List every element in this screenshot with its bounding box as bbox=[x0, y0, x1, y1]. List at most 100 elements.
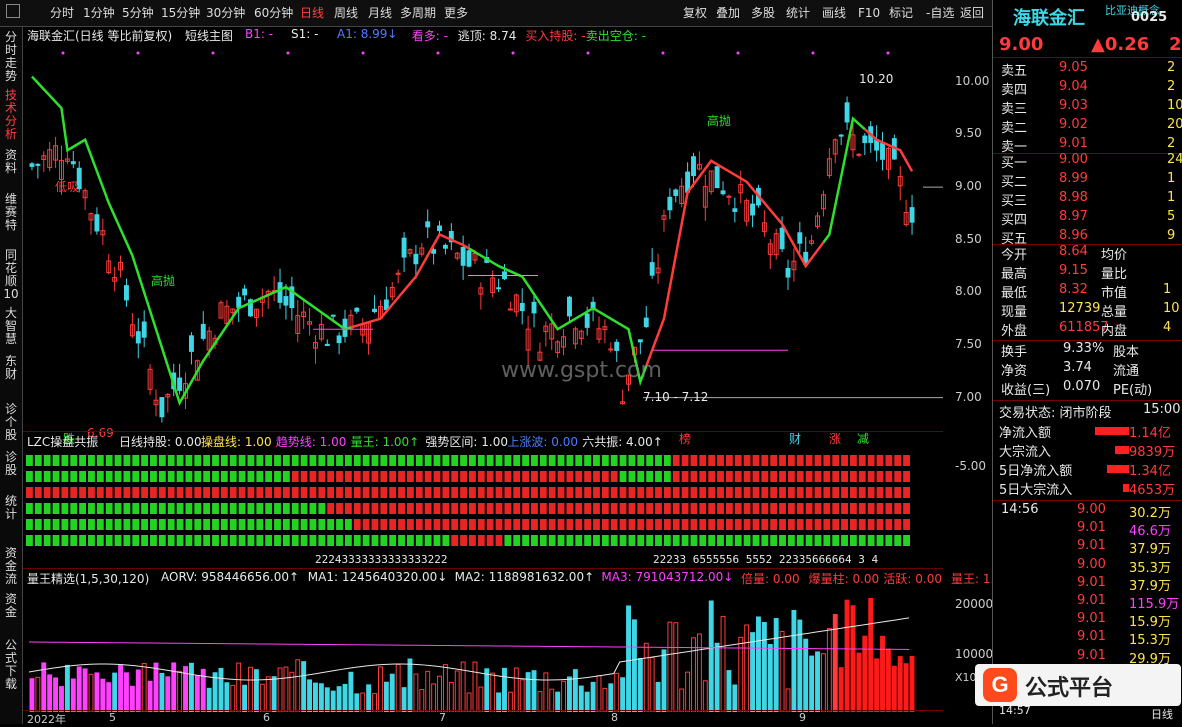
resonance-cell bbox=[610, 455, 618, 466]
left-tab-7[interactable]: 诊个股 bbox=[2, 403, 20, 442]
panel2-title[interactable]: LZC操盘共振 bbox=[27, 433, 98, 450]
menu-icon[interactable] bbox=[6, 4, 20, 18]
period-tab-10[interactable]: 更多 bbox=[444, 3, 468, 23]
resonance-cell bbox=[796, 535, 804, 546]
volume-chart[interactable] bbox=[23, 588, 943, 712]
resonance-cell bbox=[212, 471, 219, 482]
period-tab-7[interactable]: 周线 bbox=[334, 3, 358, 23]
left-tab-5[interactable]: 大智慧 bbox=[2, 307, 20, 346]
toolbar-action-6[interactable]: 标记 bbox=[889, 3, 913, 23]
stock-name[interactable]: 海联金汇 bbox=[1013, 4, 1085, 30]
indicator-name[interactable]: 短线主图 bbox=[185, 27, 233, 44]
volume-bar bbox=[673, 622, 679, 712]
resonance-cell bbox=[114, 519, 122, 530]
tick-price: 9.01 bbox=[1077, 574, 1106, 590]
resonance-cell bbox=[265, 487, 273, 498]
resonance-cell bbox=[371, 455, 379, 466]
resonance-cell bbox=[291, 455, 299, 466]
volume-bar bbox=[590, 681, 596, 712]
volume-bar bbox=[756, 616, 761, 712]
volume-bar bbox=[88, 673, 94, 712]
tick-volume: 37.9万 bbox=[1129, 578, 1171, 594]
resonance-cell bbox=[43, 535, 51, 546]
left-tab-8[interactable]: 诊股 bbox=[2, 451, 20, 477]
period-tab-1[interactable]: 1分钟 bbox=[83, 3, 115, 23]
candle-body bbox=[643, 317, 649, 328]
ask-price[interactable]: 9.03 bbox=[1059, 98, 1088, 113]
period-tab-3[interactable]: 15分钟 bbox=[161, 3, 200, 23]
stat-label: 外盘 bbox=[1001, 324, 1028, 339]
resonance-cell bbox=[752, 503, 760, 514]
left-tab-9[interactable]: 统计 bbox=[2, 495, 20, 521]
resonance-cell bbox=[584, 503, 592, 514]
bid-price[interactable]: 8.98 bbox=[1059, 190, 1088, 205]
resonance-cell bbox=[531, 471, 538, 482]
period-tab-4[interactable]: 30分钟 bbox=[206, 3, 245, 23]
left-tab-12[interactable]: 公式下载 bbox=[2, 639, 20, 691]
resonance-cell bbox=[406, 519, 414, 530]
resonance-cell bbox=[79, 519, 87, 530]
ask-price[interactable]: 9.01 bbox=[1059, 136, 1088, 151]
left-tab-1[interactable]: 技术分析 bbox=[2, 89, 20, 141]
resonance-cell bbox=[442, 455, 450, 466]
panel3-title[interactable]: 量王精选(1,5,30,120) bbox=[27, 570, 149, 587]
resonance-cell bbox=[424, 519, 432, 530]
volume-bar bbox=[425, 670, 431, 712]
resonance-cell bbox=[894, 503, 902, 514]
ask-price[interactable]: 9.05 bbox=[1059, 60, 1088, 75]
period-tab-5[interactable]: 60分钟 bbox=[254, 3, 293, 23]
stat-label: 市值 bbox=[1101, 286, 1128, 301]
toolbar-action-2[interactable]: 多股 bbox=[751, 3, 775, 23]
resonance-cell bbox=[637, 455, 645, 466]
left-tab-6[interactable]: 东财 bbox=[2, 355, 20, 381]
period-tab-9[interactable]: 多周期 bbox=[400, 3, 436, 23]
toolbar-action-1[interactable]: 叠加 bbox=[716, 3, 740, 23]
bid-price[interactable]: 9.00 bbox=[1059, 152, 1088, 167]
toolbar-action-8[interactable]: 返回 bbox=[960, 3, 984, 23]
toolbar-action-5[interactable]: F10 bbox=[858, 3, 880, 23]
toolbar-action-4[interactable]: 画线 bbox=[822, 3, 846, 23]
volume-bar bbox=[484, 668, 490, 712]
period-tab-6[interactable]: 日线 bbox=[300, 3, 324, 23]
resonance-cell bbox=[770, 487, 778, 498]
left-tab-4[interactable]: 同花顺10 bbox=[2, 249, 20, 301]
main-candlestick-chart[interactable]: 低吸高抛高抛10.207.10 - 7.126.69www.gspt.com跌榜… bbox=[23, 45, 943, 445]
ask-volume: 2 bbox=[1167, 60, 1176, 75]
resonance-cell bbox=[220, 471, 228, 482]
resonance-cell bbox=[141, 487, 149, 498]
resonance-cell bbox=[424, 471, 432, 482]
toolbar-action-0[interactable]: 复权 bbox=[683, 3, 707, 23]
left-tab-0[interactable]: 分时走势 bbox=[2, 31, 20, 83]
resonance-cell bbox=[805, 519, 813, 530]
bid-price[interactable]: 8.99 bbox=[1059, 171, 1088, 186]
resonance-cell bbox=[79, 503, 87, 514]
resonance-cell bbox=[123, 519, 131, 530]
resonance-grid[interactable]: 22243333333333333222 22233 6555556 5552 2… bbox=[23, 451, 943, 567]
resonance-cell bbox=[26, 519, 33, 530]
resonance-cell bbox=[61, 455, 69, 466]
resonance-cell bbox=[141, 471, 149, 482]
period-tab-8[interactable]: 月线 bbox=[368, 3, 392, 23]
left-tab-10[interactable]: 资金流 bbox=[2, 547, 20, 586]
resonance-cell bbox=[867, 455, 875, 466]
period-tab-2[interactable]: 5分钟 bbox=[122, 3, 154, 23]
resonance-cell bbox=[628, 503, 636, 514]
ask-price[interactable]: 9.02 bbox=[1059, 117, 1088, 132]
resonance-cell bbox=[26, 535, 33, 546]
resonance-cell bbox=[548, 487, 556, 498]
left-tab-11[interactable]: 资金 bbox=[2, 593, 20, 619]
period-tab-0[interactable]: 分时 bbox=[50, 3, 74, 23]
toolbar-action-3[interactable]: 统计 bbox=[786, 3, 810, 23]
bid-price[interactable]: 8.96 bbox=[1059, 228, 1088, 243]
toolbar-action-7[interactable]: -自选 bbox=[926, 3, 954, 23]
resonance-cell bbox=[796, 503, 804, 514]
tick-price: 9.01 bbox=[1077, 647, 1106, 663]
resonance-cell bbox=[52, 455, 60, 466]
left-tab-3[interactable]: 维赛特 bbox=[2, 193, 20, 232]
left-tab-2[interactable]: 资料 bbox=[2, 149, 20, 175]
resonance-cell bbox=[557, 503, 565, 514]
bid-price[interactable]: 8.97 bbox=[1059, 209, 1088, 224]
candle-body bbox=[880, 143, 885, 160]
resonance-cell bbox=[336, 487, 343, 498]
ask-price[interactable]: 9.04 bbox=[1059, 79, 1088, 94]
